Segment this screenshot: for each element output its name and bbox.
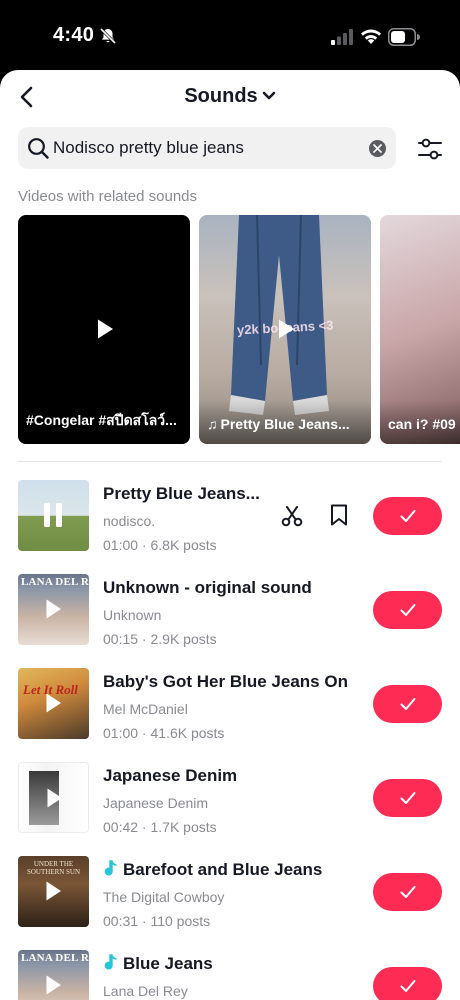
checkmark-icon [400, 792, 416, 804]
video-caption-text: Pretty Blue Jeans... [220, 416, 350, 432]
search-bar[interactable]: Nodisco pretty blue jeans [18, 127, 396, 169]
music-note-icon [104, 954, 117, 970]
sound-row[interactable]: Japanese Denim Japanese Denim 00:42 · 1.… [0, 762, 460, 856]
sounds-title-dropdown[interactable]: Sounds [0, 85, 460, 108]
sound-title: Unknown - original sound [103, 578, 312, 597]
cover-art-text: UNDER THE SOUTHERN SUN [26, 860, 81, 876]
sliders-icon[interactable] [417, 138, 443, 160]
play-icon [279, 319, 294, 339]
sound-title: Barefoot and Blue Jeans [103, 860, 322, 880]
use-sound-button[interactable] [373, 967, 442, 1000]
status-bar: 4:40 [0, 0, 460, 72]
battery-icon [388, 28, 420, 46]
sound-artist: The Digital Cowboy [103, 889, 225, 905]
checkmark-icon [400, 604, 416, 616]
use-sound-button[interactable] [373, 591, 442, 629]
sound-row[interactable]: LANA DEL REY Blue Jeans Lana Del Rey [0, 950, 460, 1000]
music-note-icon [104, 860, 117, 876]
sound-meta: 01:00 · 41.6K posts [103, 725, 225, 741]
cover-art-text: LANA DEL REY [21, 952, 89, 964]
related-videos-label: Videos with related sounds [18, 188, 198, 205]
jeans-thumbnail [229, 215, 329, 415]
search-icon [28, 138, 49, 159]
sound-artist: Lana Del Rey [103, 983, 188, 999]
sound-cover: UNDER THE SOUTHERN SUN [18, 856, 89, 927]
pause-icon[interactable] [43, 502, 63, 528]
checkmark-icon [400, 980, 416, 992]
cover-art-text: LANA DEL REY [21, 576, 89, 588]
sound-row[interactable]: Pretty Blue Jeans... nodisco. 01:00 · 6.… [0, 480, 460, 574]
related-video-card[interactable]: #Congelar #สปีดสโลว์... [18, 215, 190, 444]
divider [18, 461, 442, 462]
sound-title: Blue Jeans [103, 954, 213, 974]
sound-row[interactable]: LANA DEL REY Unknown - original sound Un… [0, 574, 460, 668]
use-sound-button[interactable] [373, 873, 442, 911]
bell-slash-icon [99, 27, 117, 45]
sound-cover: LANA DEL REY [18, 574, 89, 645]
sound-cover: LANA DEL REY [18, 950, 89, 1000]
sound-meta: 01:00 · 6.8K posts [103, 537, 217, 553]
sound-title-text: Barefoot and Blue Jeans [123, 860, 323, 879]
related-video-card[interactable]: can i? #09 [380, 215, 460, 444]
sound-artist: Mel McDaniel [103, 701, 188, 717]
sound-cover [18, 762, 89, 833]
play-icon[interactable] [45, 880, 62, 902]
clear-search-button[interactable] [369, 140, 386, 157]
sound-cover [18, 480, 89, 551]
play-icon[interactable] [45, 692, 62, 714]
sound-title: Pretty Blue Jeans... [103, 484, 260, 503]
sound-title: Baby's Got Her Blue Jeans On [103, 672, 348, 691]
sound-title-text: Blue Jeans [123, 954, 213, 973]
status-time: 4:40 [53, 24, 95, 46]
music-note-icon: ♫ [207, 416, 218, 432]
wifi-icon [361, 29, 381, 44]
sound-artist: nodisco. [103, 513, 156, 529]
use-sound-button[interactable] [373, 779, 442, 817]
sound-row[interactable]: Let It Roll Baby's Got Her Blue Jeans On… [0, 668, 460, 762]
clear-x-icon [373, 144, 382, 153]
chevron-down-icon [262, 91, 275, 100]
video-caption: can i? #09 [388, 416, 456, 432]
use-sound-button[interactable] [373, 685, 442, 723]
related-video-card[interactable]: y2k bo jeans <3 ♫ Pretty Blue Jeans... [199, 215, 371, 444]
sound-title: Japanese Denim [103, 766, 238, 785]
related-videos-carousel[interactable]: #Congelar #สปีดสโลว์... y2k bo jeans <3 … [18, 215, 460, 444]
checkmark-icon [400, 698, 416, 710]
sounds-sheet: Sounds Nodisco pretty blue jeans Videos … [0, 70, 460, 1000]
sound-meta: 00:42 · 1.7K posts [103, 819, 217, 835]
play-icon[interactable] [46, 787, 63, 809]
sound-meta: 00:15 · 2.9K posts [103, 631, 217, 647]
play-icon[interactable] [45, 598, 62, 620]
bookmark-icon[interactable] [330, 504, 348, 526]
sound-artist: Japanese Denim [103, 795, 209, 811]
use-sound-button[interactable] [373, 497, 442, 535]
checkmark-icon [400, 510, 416, 522]
play-icon [98, 319, 113, 339]
sound-cover: Let It Roll [18, 668, 89, 739]
search-input[interactable]: Nodisco pretty blue jeans [53, 138, 244, 158]
checkmark-icon [400, 886, 416, 898]
video-caption: ♫ Pretty Blue Jeans... [207, 416, 350, 432]
sound-artist: Unknown [103, 607, 162, 623]
cellular-signal-icon [331, 29, 353, 45]
page-title: Sounds [184, 85, 258, 107]
sound-meta: 00:31 · 110 posts [103, 913, 211, 929]
video-caption: #Congelar #สปีดสโลว์... [26, 412, 177, 428]
sound-row[interactable]: UNDER THE SOUTHERN SUN Barefoot and Blue… [0, 856, 460, 950]
scissors-icon[interactable] [281, 505, 303, 527]
nav-bar: Sounds [0, 70, 460, 122]
play-icon[interactable] [45, 974, 62, 996]
